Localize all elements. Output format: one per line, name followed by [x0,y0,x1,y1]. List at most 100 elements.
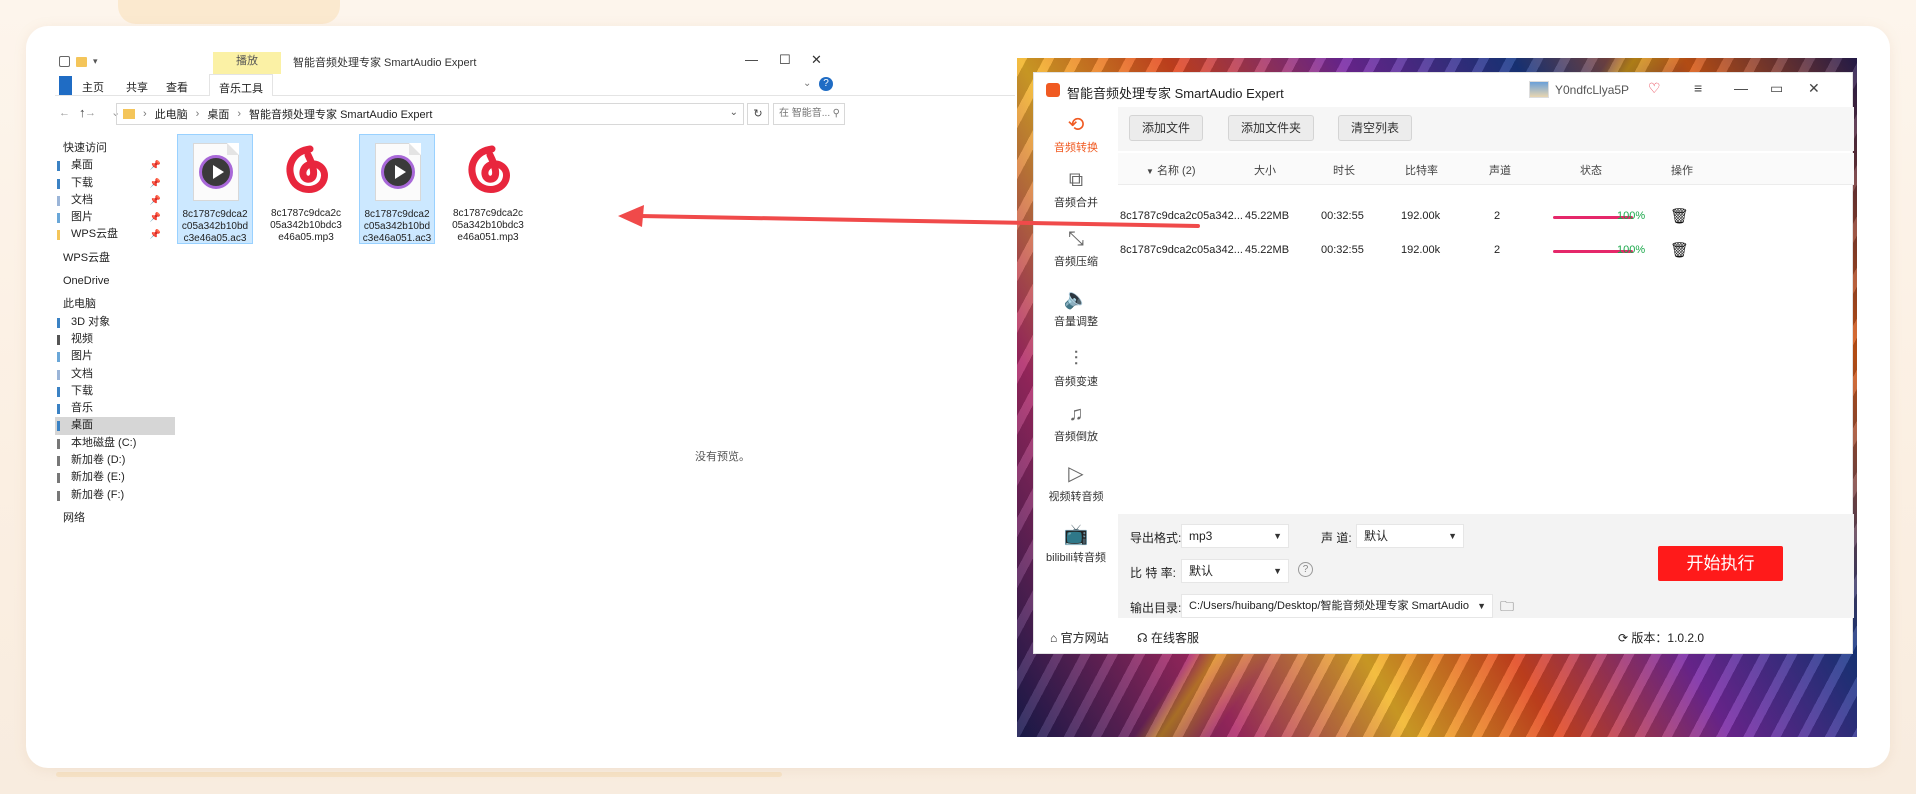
play-icon [199,155,233,189]
nav-wps-cloud[interactable]: WPS云盘 [55,250,175,267]
context-tab-play[interactable]: 播放 [213,52,281,74]
online-support-link[interactable]: ☊ 在线客服 [1137,629,1199,646]
nav-item-drive-e[interactable]: 新加卷 (E:) [55,469,175,486]
output-dir-select[interactable]: C:/Users/huibang/Desktop/智能音频处理专家 SmartA… [1181,594,1493,618]
quick-access-toolbar: ▾ [59,56,98,67]
sidebar-item-audio-compress[interactable]: ⤡ 音频压缩 [1034,225,1118,269]
caret-down-icon: ▼ [1477,601,1486,611]
nav-item-pictures[interactable]: 图片 📌 [55,209,175,226]
nav-item-music[interactable]: 音乐 [55,400,175,417]
video-icon [57,334,60,345]
username[interactable]: Y0ndfcLlya5P [1555,83,1629,97]
sidebar-item-reverse[interactable]: ♫ 音频倒放 [1034,400,1118,444]
bitrate-select[interactable]: 默认 ▼ [1181,559,1289,583]
format-select[interactable]: mp3 ▼ [1181,524,1289,548]
sidebar-item-audio-merge[interactable]: ⧉ 音频合并 [1034,166,1118,210]
nav-network[interactable]: 网络 [55,510,175,527]
nav-onedrive[interactable]: OneDrive [55,273,175,290]
drive-icon [57,490,60,501]
refresh-button[interactable]: ↻ [747,103,769,125]
start-button[interactable]: 开始执行 [1658,546,1783,581]
add-file-button[interactable]: 添加文件 [1129,115,1203,141]
file-item[interactable]: 8c1787c9dca2c05a342b10bdc3e46a05.mp3 [268,134,344,244]
help-icon[interactable]: ? [1298,562,1313,577]
nav-item-drive-f[interactable]: 新加卷 (F:) [55,487,175,504]
delete-icon[interactable]: 🗑 [1670,207,1689,225]
add-folder-button[interactable]: 添加文件夹 [1228,115,1314,141]
pin-icon: 📌 [149,177,161,188]
help-icon[interactable]: ? [819,77,833,91]
sidebar-item-audio-convert[interactable]: ⟲ 音频转换 [1034,111,1118,155]
breadcrumb-folder[interactable]: 智能音频处理专家 SmartAudio Expert [249,106,432,122]
sidebar-item-speed[interactable]: ⫶ 音频变速 [1034,345,1118,389]
column-channels[interactable]: 声道 [1489,162,1511,178]
chevron-down-icon[interactable]: ⌄ [730,107,738,118]
maximize-button[interactable]: ☐ [779,52,791,68]
version-info[interactable]: ⟳ 版本：1.0.2.0 [1618,629,1704,646]
nav-item-documents-pc[interactable]: 文档 [55,366,175,383]
delete-icon[interactable]: 🗑 [1670,241,1689,259]
file-item[interactable]: 8c1787c9dca2c05a342b10bdc3e46a05.ac3 [177,134,253,244]
maximize-button[interactable]: ▭ [1770,80,1783,97]
file-menu-button[interactable] [59,76,72,95]
nav-item-wps[interactable]: WPS云盘 📌 [55,226,175,243]
search-input[interactable]: 在 智能音... ⚲ [773,103,845,125]
minimize-button[interactable]: — [1734,80,1748,96]
breadcrumb-this-pc[interactable]: 此电脑 [155,106,188,122]
music-icon [57,404,60,415]
row-channels: 2 [1494,210,1501,222]
menu-icon[interactable]: ≡ [1694,80,1702,96]
dropdown-icon[interactable]: ▾ [93,56,98,67]
nav-this-pc[interactable]: 此电脑 [55,296,175,313]
tab-view[interactable]: 查看 [166,79,188,95]
sidebar-item-bilibili[interactable]: 📺 bilibili转音频 [1034,521,1118,565]
nav-item-desktop[interactable]: 桌面 📌 [55,157,175,174]
column-name[interactable]: ▼ 名称 (2) [1146,162,1195,178]
ribbon-expand-icon[interactable]: ⌄ [803,78,811,89]
minimize-button[interactable]: — [745,52,758,67]
nav-item-drive-c[interactable]: 本地磁盘 (C:) [55,435,175,452]
checkbox-icon[interactable] [59,56,70,67]
tab-music-tools[interactable]: 音乐工具 [209,74,273,96]
download-icon [57,386,60,397]
close-button[interactable]: ✕ [1808,80,1820,97]
nav-item-downloads[interactable]: 下载 📌 [55,175,175,192]
address-bar[interactable]: › 此电脑 › 桌面 › 智能音频处理专家 SmartAudio Expert … [116,103,744,125]
navigation-pane: 快速访问 桌面 📌 下载 📌 文档 📌 图片 📌 WPS云盘 📌 WPS云盘 OneDri… [55,140,175,527]
sidebar-item-volume[interactable]: 🔈 音量调整 [1034,285,1118,329]
file-item[interactable]: 8c1787c9dca2c05a342b10bdc3e46a051.mp3 [450,134,526,244]
nav-item-pictures-pc[interactable]: 图片 [55,348,175,365]
table-row[interactable]: 8c1787c9dca2c05a342... 45.22MB 00:32:55 … [1118,233,1854,267]
desktop-icon [57,161,60,172]
pin-icon: 📌 [149,194,161,205]
nav-item-desktop-pc[interactable]: 桌面 [55,417,175,435]
close-button[interactable]: ✕ [811,52,822,68]
nav-item-drive-d[interactable]: 新加卷 (D:) [55,452,175,469]
breadcrumb-desktop[interactable]: 桌面 [207,106,229,122]
folder-icon[interactable] [76,56,87,67]
netease-music-icon [286,145,328,193]
avatar[interactable] [1529,81,1549,98]
file-item[interactable]: 8c1787c9dca2c05a342b10bdc3e46a051.ac3 [359,134,435,244]
drive-icon [57,438,60,449]
nav-item-videos[interactable]: 视频 [55,331,175,348]
nav-item-downloads-pc[interactable]: 下载 [55,383,175,400]
official-website-link[interactable]: ⌂ 官方网站 [1050,629,1109,646]
tab-home[interactable]: 主页 [82,79,104,95]
nav-item-3d[interactable]: 3D 对象 [55,314,175,331]
table-row[interactable]: 8c1787c9dca2c05a342... 45.22MB 00:32:55 … [1118,199,1854,233]
clear-list-button[interactable]: 清空列表 [1338,115,1412,141]
nav-quick-access[interactable]: 快速访问 [55,140,175,157]
tab-share[interactable]: 共享 [126,79,148,95]
column-bitrate[interactable]: 比特率 [1405,162,1438,178]
vip-diamond-icon[interactable]: ♡ [1648,80,1661,97]
column-duration[interactable]: 时长 [1333,162,1355,178]
open-folder-icon[interactable]: 🗀 [1500,596,1514,620]
nav-item-documents[interactable]: 文档 📌 [55,192,175,209]
address-row: ← → ⌄ ↑ › 此电脑 › 桌面 › 智能音频处理专家 SmartAudio… [55,100,1015,128]
up-arrow-icon[interactable]: ↑ [79,105,86,120]
channel-select[interactable]: 默认 ▼ [1356,524,1464,548]
column-size[interactable]: 大小 [1254,162,1276,178]
sidebar-item-video-to-audio[interactable]: ▷ 视频转音频 [1034,460,1118,504]
audio-file-icon [375,143,421,201]
